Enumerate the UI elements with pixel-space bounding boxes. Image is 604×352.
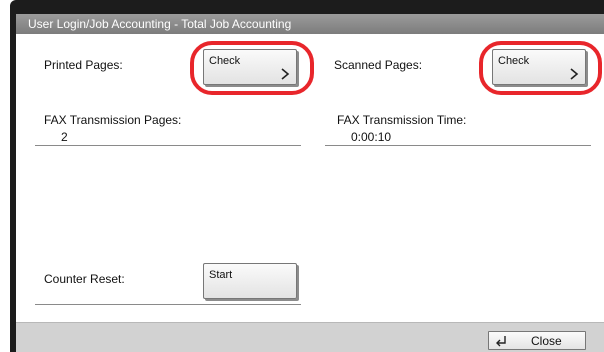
fax-pages-value: 2 [61, 130, 68, 144]
window-title: User Login/Job Accounting - Total Job Ac… [16, 14, 604, 34]
close-button-label: Close [531, 334, 562, 348]
printed-pages-label: Printed Pages: [44, 58, 123, 72]
scanned-pages-check-button[interactable]: Check [492, 49, 586, 85]
fax-time-value: 0:00:10 [351, 130, 392, 144]
chevron-right-icon [570, 68, 579, 80]
counter-reset-divider [35, 304, 301, 305]
counter-reset-label: Counter Reset: [44, 272, 125, 286]
chevron-right-icon [281, 68, 290, 80]
counter-reset-start-button[interactable]: Start [203, 263, 297, 299]
printed-pages-check-button[interactable]: Check [203, 49, 297, 85]
fax-time-label: FAX Transmission Time: [337, 113, 467, 127]
scanned-pages-label: Scanned Pages: [334, 58, 423, 72]
check-button-label: Check [209, 55, 241, 67]
fax-pages-divider [35, 145, 301, 146]
fax-time-divider [325, 145, 591, 146]
check-button-label: Check [498, 55, 530, 67]
enter-return-icon [496, 336, 506, 347]
start-button-label: Start [209, 269, 233, 281]
fax-pages-label: FAX Transmission Pages: [44, 113, 182, 127]
close-button[interactable]: Close [488, 331, 586, 350]
